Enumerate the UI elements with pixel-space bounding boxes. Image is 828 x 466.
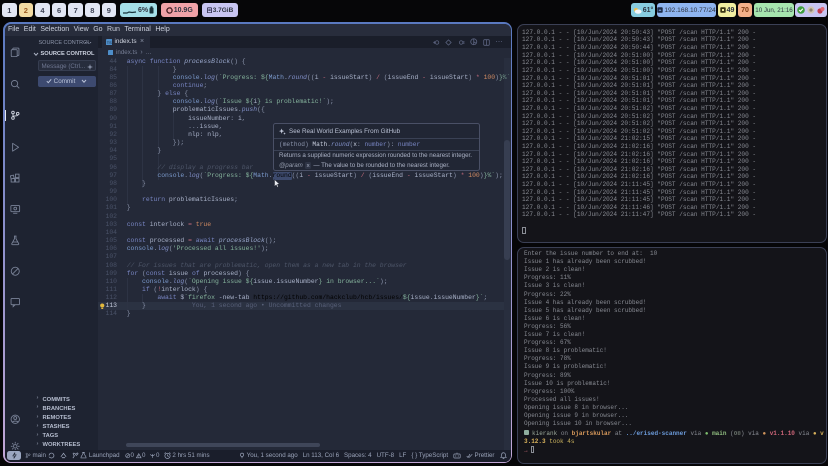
svg-text:TS: TS	[106, 40, 111, 45]
